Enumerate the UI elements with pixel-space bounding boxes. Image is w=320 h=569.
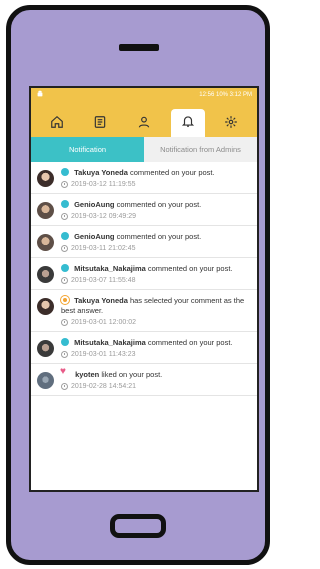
notification-tabs: Notification Notification from Admins [31, 137, 257, 162]
comment-icon [61, 338, 69, 346]
notification-text: commented on your post. [147, 264, 233, 273]
user-name[interactable]: Mitsutaka_Nakajima [74, 264, 146, 273]
document-icon [93, 115, 107, 134]
status-bar: 12:56 10% 3:12 PM [31, 88, 257, 102]
home-button[interactable] [110, 514, 166, 538]
user-name[interactable]: Takuya Yoneda [74, 296, 128, 305]
person-icon [137, 115, 151, 134]
nav-home[interactable] [40, 111, 74, 137]
clock-icon [61, 245, 68, 252]
avatar [37, 234, 54, 251]
notification-time: 2019-03-01 12:00:02 [71, 319, 136, 326]
app-screen: 12:56 10% 3:12 PM Notification Notificat… [29, 86, 259, 492]
list-item[interactable]: Mitsutaka_Nakajima commented on your pos… [31, 258, 257, 290]
notification-time: 2019-03-07 11:55:48 [71, 277, 136, 284]
user-name[interactable]: kyoten [75, 370, 99, 379]
notification-text: liked on your post. [101, 370, 163, 379]
nav-profile[interactable] [127, 111, 161, 137]
user-name[interactable]: Takuya Yoneda [74, 168, 128, 177]
notification-time: 2019-03-12 11:19:55 [71, 181, 136, 188]
clock-icon [61, 383, 68, 390]
tab-notification[interactable]: Notification [31, 137, 144, 162]
tab-admin-notification[interactable]: Notification from Admins [144, 137, 257, 162]
avatar [37, 372, 54, 389]
avatar [37, 170, 54, 187]
notification-text: commented on your post. [116, 232, 202, 241]
list-item[interactable]: GenioAung commented on your post. 2019-0… [31, 194, 257, 226]
comment-icon [61, 200, 69, 208]
comment-icon [61, 232, 69, 240]
list-item[interactable]: Takuya Yoneda has selected your comment … [31, 290, 257, 332]
comment-icon [61, 168, 69, 176]
notification-time: 2019-03-11 21:02:45 [71, 245, 136, 252]
notification-list: Takuya Yoneda commented on your post. 20… [31, 162, 257, 396]
top-navbar [31, 102, 257, 137]
notification-text: commented on your post. [129, 168, 215, 177]
user-name[interactable]: Mitsutaka_Nakajima [74, 338, 146, 347]
clock-icon [61, 351, 68, 358]
clock-icon [61, 213, 68, 220]
notification-text: commented on your post. [116, 200, 202, 209]
nav-settings[interactable] [214, 111, 248, 137]
notification-time: 2019-03-12 09:49:29 [71, 213, 136, 220]
bell-icon [181, 114, 195, 133]
avatar [37, 266, 54, 283]
home-icon [50, 115, 64, 134]
gear-icon [224, 115, 238, 134]
user-name[interactable]: GenioAung [74, 232, 114, 241]
list-item[interactable]: Mitsutaka_Nakajima commented on your pos… [31, 332, 257, 364]
notification-time: 2019-02-28 14:54:21 [71, 383, 136, 390]
status-right-text: 12:56 10% 3:12 PM [199, 92, 252, 98]
avatar [37, 340, 54, 357]
clock-icon [61, 277, 68, 284]
best-answer-icon [61, 296, 69, 304]
user-name[interactable]: GenioAung [74, 200, 114, 209]
notification-time: 2019-03-01 11:43:23 [71, 351, 136, 358]
avatar [37, 202, 54, 219]
android-icon [36, 90, 44, 100]
clock-icon [61, 181, 68, 188]
avatar [37, 298, 54, 315]
list-item[interactable]: Takuya Yoneda commented on your post. 20… [31, 162, 257, 194]
nav-notifications[interactable] [170, 109, 205, 137]
notification-text: commented on your post. [147, 338, 233, 347]
list-item[interactable]: GenioAung commented on your post. 2019-0… [31, 226, 257, 258]
nav-posts[interactable] [83, 111, 117, 137]
comment-icon [61, 264, 69, 272]
clock-icon [61, 319, 68, 326]
heart-icon [60, 367, 70, 378]
list-item[interactable]: kyoten liked on your post. 2019-02-28 14… [31, 364, 257, 396]
phone-speaker [119, 44, 159, 51]
